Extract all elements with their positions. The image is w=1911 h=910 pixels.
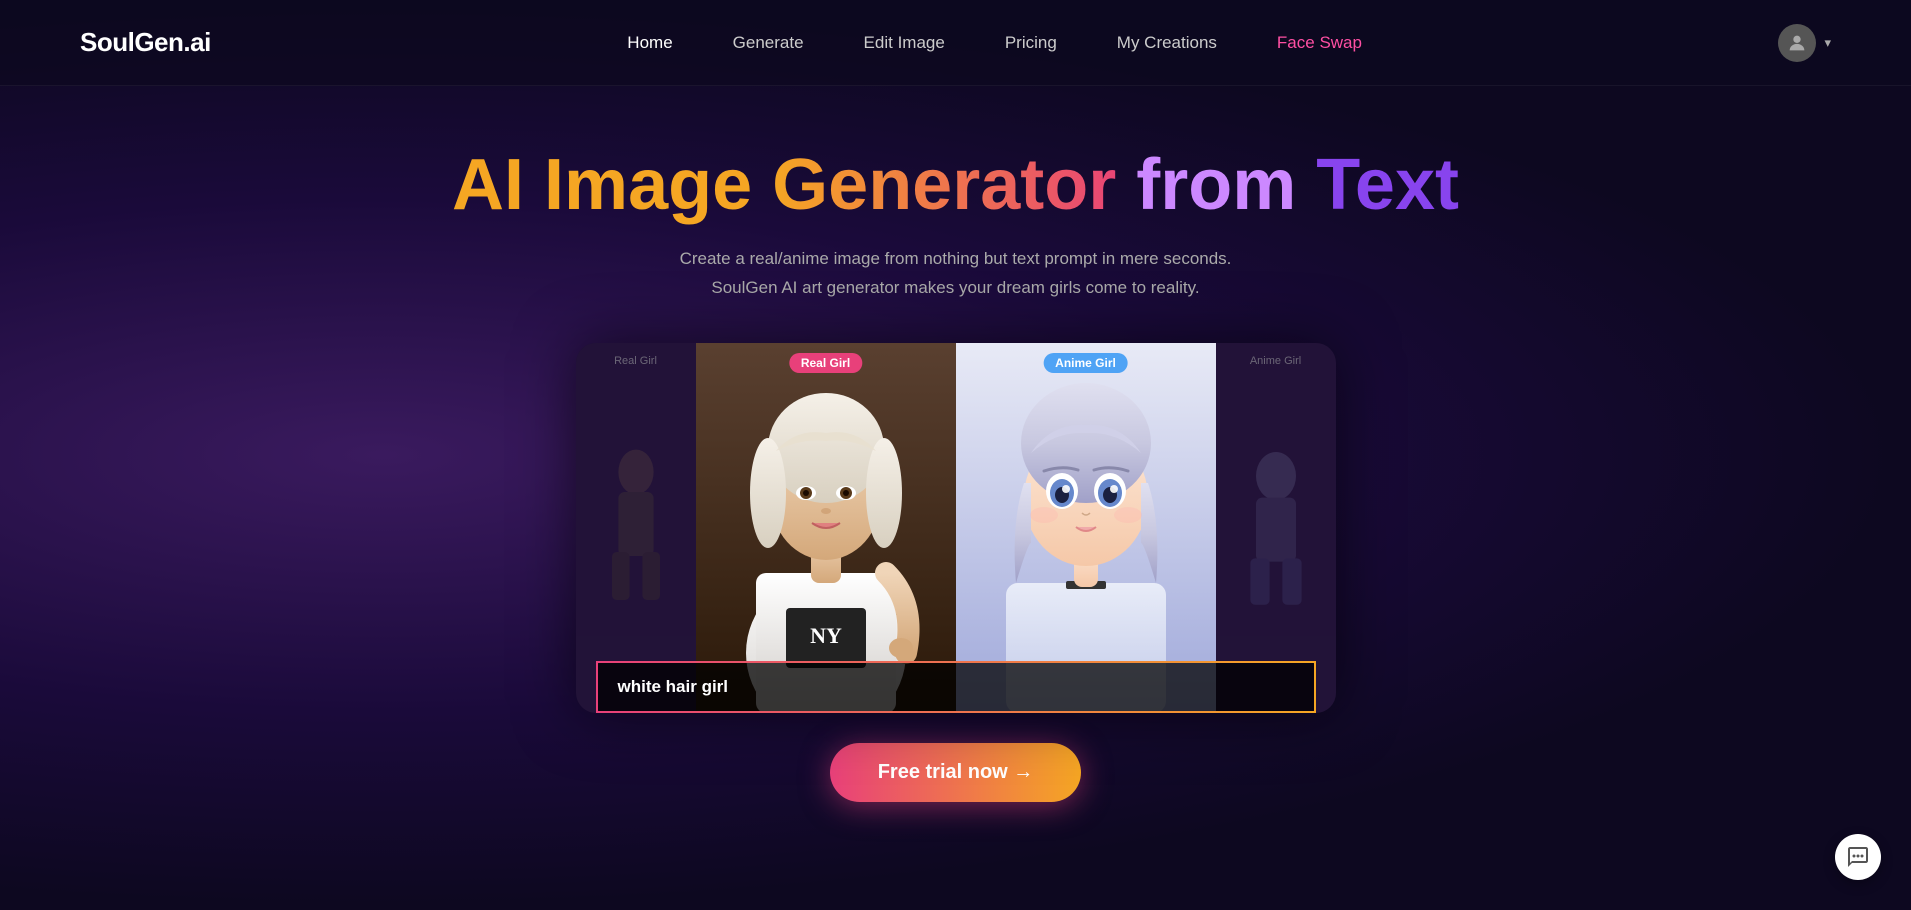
avatar[interactable] <box>1778 24 1816 62</box>
nav-item-pricing[interactable]: Pricing <box>1005 33 1057 53</box>
nav-link-face-swap[interactable]: Face Swap <box>1277 33 1362 52</box>
side-label-real: Real Girl <box>614 355 657 367</box>
nav-link-generate[interactable]: Generate <box>733 33 804 52</box>
nav-link-home[interactable]: Home <box>627 33 672 52</box>
title-image: Image <box>544 145 772 225</box>
nav-link-edit-image[interactable]: Edit Image <box>864 33 945 52</box>
nav-link-my-creations[interactable]: My Creations <box>1117 33 1217 52</box>
nav-item-generate[interactable]: Generate <box>733 33 804 53</box>
hero-section: AI Image Generator from Text Create a re… <box>0 86 1911 842</box>
free-trial-button[interactable]: Free trial now → <box>830 743 1082 802</box>
nav-right: ▾ <box>1778 24 1831 62</box>
showcase-container: Real Girl Real Girl <box>576 343 1336 713</box>
title-from: from <box>1136 145 1316 225</box>
nav-item-home[interactable]: Home <box>627 33 672 53</box>
nav-item-face-swap[interactable]: Face Swap <box>1277 33 1362 53</box>
prompt-input-wrapper[interactable]: white hair girl <box>596 661 1316 713</box>
nav-link-pricing[interactable]: Pricing <box>1005 33 1057 52</box>
showcase-inner: Real Girl Real Girl <box>576 343 1336 713</box>
title-ai: AI <box>452 145 544 225</box>
prompt-bar[interactable]: white hair girl <box>576 661 1336 713</box>
real-girl-image: Real Girl <box>696 343 956 713</box>
hero-title: AI Image Generator from Text <box>452 146 1459 225</box>
side-label-anime: Anime Girl <box>1250 355 1301 367</box>
nav-item-my-creations[interactable]: My Creations <box>1117 33 1217 53</box>
hero-subtitle: Create a real/anime image from nothing b… <box>680 245 1232 303</box>
nav-item-edit-image[interactable]: Edit Image <box>864 33 945 53</box>
side-image-right: Anime Girl <box>1216 343 1336 713</box>
dropdown-arrow-icon[interactable]: ▾ <box>1824 35 1831 51</box>
navbar: SoulGen.ai Home Generate Edit Image Pric… <box>0 0 1911 86</box>
title-generator: Generator <box>772 145 1136 225</box>
nav-links: Home Generate Edit Image Pricing My Crea… <box>627 33 1362 53</box>
prompt-text: white hair girl <box>618 677 1294 697</box>
anime-girl-image: Anime Girl <box>956 343 1216 713</box>
logo[interactable]: SoulGen.ai <box>80 27 211 58</box>
svg-text:NY: NY <box>810 623 842 648</box>
real-girl-badge: Real Girl <box>789 353 862 373</box>
main-images: Real Girl <box>696 343 1216 713</box>
anime-girl-badge: Anime Girl <box>1043 353 1128 373</box>
title-text: Text <box>1316 145 1459 225</box>
side-image-left: Real Girl <box>576 343 696 713</box>
chat-widget[interactable] <box>1835 834 1881 880</box>
